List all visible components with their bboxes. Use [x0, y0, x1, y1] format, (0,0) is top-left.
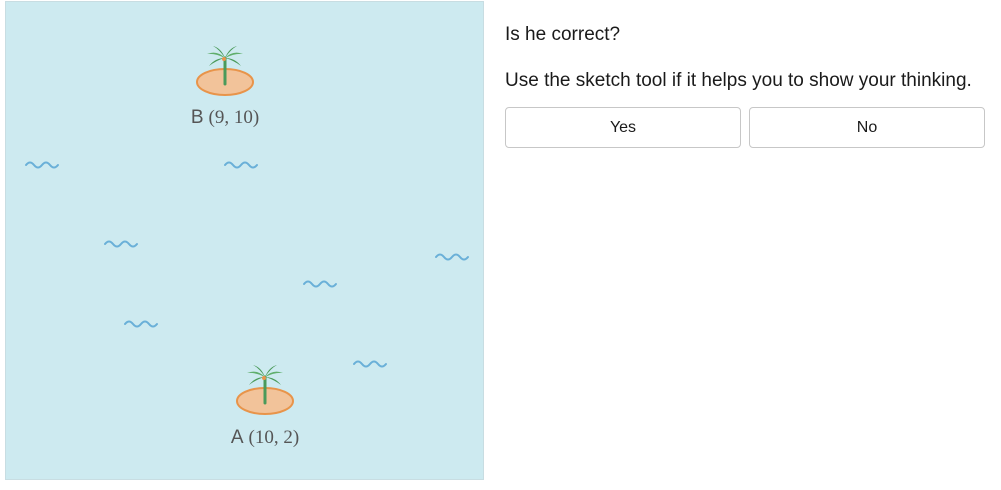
- island-b-letter: B: [191, 107, 204, 128]
- wave-icon: [224, 161, 258, 169]
- waves: [25, 161, 469, 368]
- island-b-label: B (9, 10): [191, 107, 259, 128]
- no-button-label: No: [856, 118, 878, 136]
- no-button[interactable]: No: [749, 107, 985, 148]
- sea-map: B (9, 10) A (10, 2): [5, 1, 484, 480]
- wave-icon: [303, 280, 337, 288]
- yes-button-label: Yes: [609, 118, 637, 136]
- question-text: Is he correct?: [505, 24, 621, 45]
- island-a-coords: (10, 2): [249, 427, 300, 448]
- island-b-coords: (9, 10): [209, 107, 260, 128]
- island-b: B (9, 10): [191, 46, 259, 128]
- island-a-label: A (10, 2): [231, 427, 299, 448]
- island-a-letter: A: [231, 427, 244, 448]
- wave-icon: [124, 320, 158, 328]
- instruction-text: Use the sketch tool if it helps you to s…: [505, 70, 972, 91]
- wave-icon: [435, 253, 469, 261]
- wave-icon: [353, 360, 387, 368]
- page: B (9, 10) A (10, 2) Is he correct? Use t…: [0, 0, 1001, 490]
- sea-map-canvas: B (9, 10) A (10, 2): [25, 46, 469, 448]
- yes-button[interactable]: Yes: [505, 107, 741, 148]
- wave-icon: [104, 240, 138, 248]
- wave-icon: [25, 161, 59, 169]
- island-a: A (10, 2): [231, 365, 299, 448]
